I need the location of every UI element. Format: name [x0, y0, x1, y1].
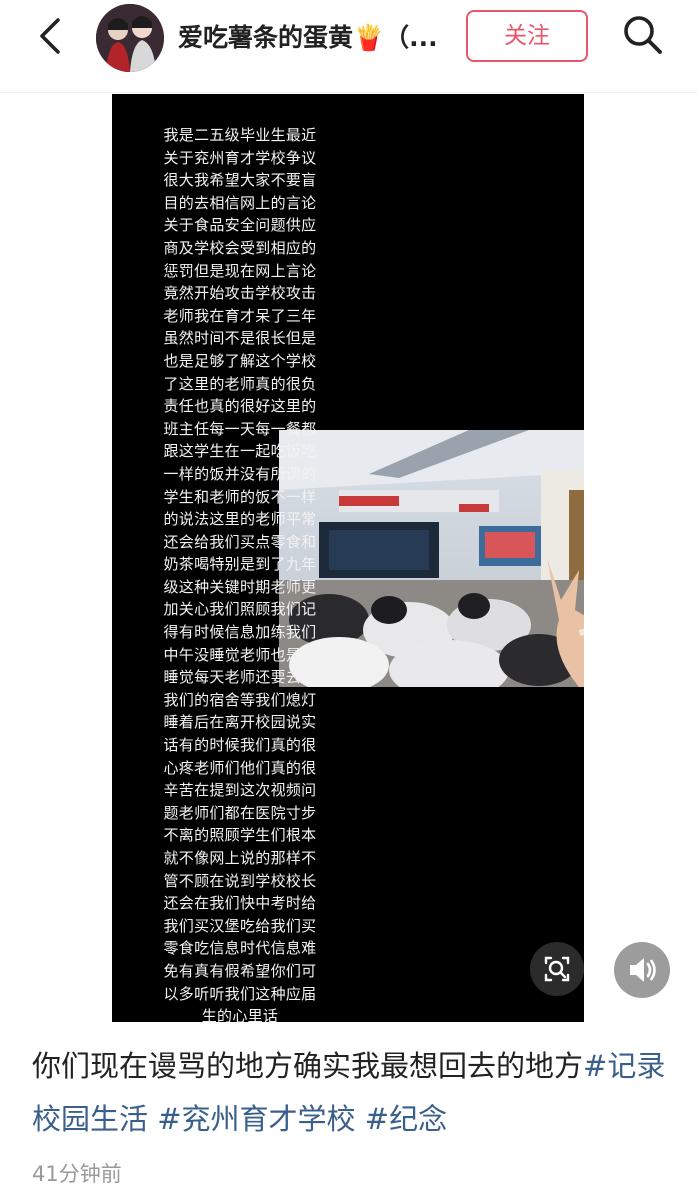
overlay-line: 中午没睡觉老师也是没 [163, 645, 317, 664]
overlay-line: 责任也真的很好这里的 [163, 397, 317, 416]
overlay-line: 睡着后在离开校园说实 [163, 713, 317, 732]
overlay-line: 奶茶喝特别是到了九年 [163, 555, 317, 574]
overlay-line: 关于兖州育才学校争议 [163, 148, 317, 167]
overlay-line: 管不顾在说到学校校长 [163, 871, 317, 890]
follow-button[interactable]: 关注 [466, 10, 588, 62]
overlay-line: 竟然开始攻击学校攻击 [163, 284, 317, 303]
overlay-line: 还会在我们快中考时给 [163, 894, 317, 913]
overlay-line: 目的去相信网上的言论 [163, 193, 317, 212]
overlay-line: 学生和老师的饭不一样 [163, 487, 317, 506]
overlay-line: 不离的照顾学生们根本 [163, 826, 317, 845]
overlay-line: 免有真有假希望你们可 [163, 961, 317, 980]
overlay-line: 我是二五级毕业生最近 [163, 126, 317, 144]
volume-button[interactable] [614, 942, 670, 998]
overlay-line: 辛苦在提到这次视频问 [163, 781, 317, 800]
overlay-line: 加关心我们照顾我们记 [163, 600, 317, 619]
image-search-icon [544, 956, 570, 982]
overlay-line: 生的心里话 [201, 1007, 279, 1022]
overlay-line: 惩罚但是现在网上言论 [163, 261, 317, 280]
overlay-line: 级这种关键时期老师更 [163, 577, 317, 596]
overlay-line: 零食吃信息时代信息难 [163, 939, 317, 958]
overlay-line: 心疼老师们他们真的很 [163, 758, 317, 777]
overlay-line: 就不像网上说的那样不 [163, 849, 317, 867]
avatar[interactable] [96, 4, 164, 72]
overlay-line: 得有时候信息加练我们 [163, 623, 317, 642]
avatar-image [96, 4, 164, 72]
overlay-line: 也是足够了解这个学校 [163, 351, 317, 370]
overlay-line: 还会给我们买点零食和 [163, 532, 317, 551]
overlay-line: 话有的时候我们真的很 [163, 736, 317, 755]
overlay-line: 商及学校会受到相应的 [163, 238, 317, 257]
header-divider [0, 92, 697, 93]
username[interactable]: 爱吃薯条的蛋黄🍟（... [178, 18, 458, 58]
hashtag[interactable]: #纪念 [365, 1102, 447, 1136]
post-time: 41分钟前 [32, 1162, 122, 1186]
overlay-line: 老师我在育才呆了三年 [163, 306, 317, 325]
overlay-line: 睡觉每天老师还要去查 [163, 668, 317, 687]
overlay-line: 关于食品安全问题供应 [163, 216, 317, 235]
classroom-photo [279, 430, 584, 687]
chevron-left-icon [40, 18, 60, 54]
post-body: 你们现在谩骂的地方确实我最想回去的地方 [32, 1049, 584, 1083]
overlay-line: 班主任每一天每一餐都 [163, 419, 317, 438]
overlay-line: 我们的宿舍等我们熄灯 [163, 690, 317, 709]
search-button[interactable] [620, 12, 666, 58]
overlay-line: 了这里的老师真的很负 [163, 374, 317, 393]
overlay-line: 题老师们都在医院寸步 [163, 803, 317, 822]
back-button[interactable] [30, 14, 74, 58]
overlay-line: 以多听听我们这种应届 [163, 984, 317, 1003]
speaker-icon [630, 958, 656, 982]
post-media[interactable]: 我是二五级毕业生最近 关于兖州育才学校争议 很大我希望大家不要盲 目的去相信网上的言论… [112, 94, 584, 1022]
overlay-line: 跟这学生在一起吃饭吃 [163, 442, 317, 461]
search-icon [624, 16, 662, 54]
top-bar: 爱吃薯条的蛋黄🍟（... 关注 [0, 0, 697, 78]
overlay-line: 很大我希望大家不要盲 [163, 171, 317, 190]
image-search-button[interactable] [530, 942, 584, 996]
overlay-text: 我是二五级毕业生最近 关于兖州育才学校争议 很大我希望大家不要盲 目的去相信网上的言论… [160, 124, 320, 1022]
overlay-line: 虽然时间不是很长但是 [163, 329, 317, 348]
post-caption: 你们现在谩骂的地方确实我最想回去的地方#记录校园生活 #兖州育才学校 #纪念 [32, 1040, 672, 1146]
overlay-line: 的说法这里的老师平常 [163, 510, 317, 529]
overlay-line: 我们买汉堡吃给我们买 [163, 916, 317, 935]
overlay-line: 一样的饭并没有所谓的 [163, 464, 317, 483]
hashtag[interactable]: #兖州育才学校 [157, 1102, 355, 1136]
